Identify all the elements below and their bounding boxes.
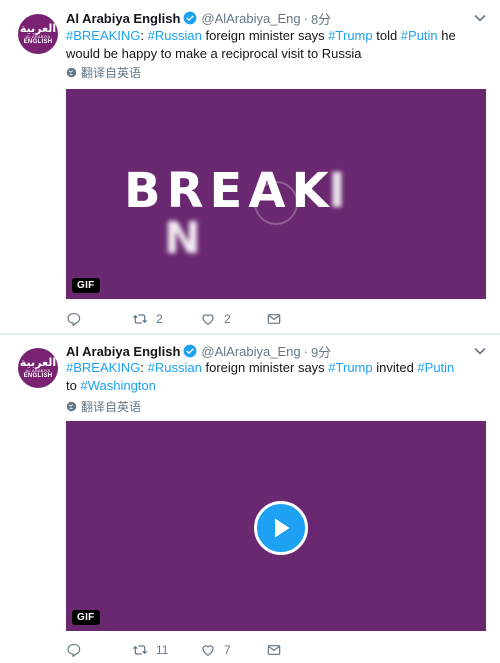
tweet-header: Al Arabiya English @AlArabiya_Eng · 9分 <box>66 342 331 360</box>
envelope-icon <box>267 645 281 655</box>
retweet-icon <box>133 645 147 655</box>
hashtag-link[interactable]: #Russian <box>148 28 202 43</box>
retweet-count: 2 <box>156 312 163 326</box>
separator-dot: · <box>303 10 308 26</box>
heart-icon <box>202 314 214 325</box>
gif-frame-text: N <box>164 213 201 264</box>
direct-message-button[interactable] <box>266 310 282 328</box>
avatar[interactable]: العربية AL ARABIYA ENGLISH <box>18 14 58 54</box>
gif-media[interactable]: BREAK I N GIF <box>66 89 486 299</box>
hashtag-link[interactable]: #Washington <box>80 378 155 393</box>
timeline: العربية AL ARABIYA ENGLISH Al Arabiya En… <box>0 0 500 663</box>
hashtag-link[interactable]: #BREAKING <box>66 28 140 43</box>
tweet-text-segment: invited <box>372 360 418 375</box>
verified-badge-icon <box>183 11 197 25</box>
tweet[interactable]: العربية AL ARABIYA ENGLISH Al Arabiya En… <box>0 0 500 334</box>
gif-frame-text: BREAK <box>124 163 335 219</box>
avatar[interactable]: العربية AL ARABIYA ENGLISH <box>18 348 58 388</box>
hashtag-link[interactable]: #Trump <box>328 28 372 43</box>
avatar-english-text: ENGLISH <box>23 372 53 379</box>
translate-label: 翻译自英语 <box>81 65 142 80</box>
author-name[interactable]: Al Arabiya English <box>66 11 180 26</box>
tweet-text-segment: told <box>372 28 401 43</box>
globe-icon <box>66 67 77 77</box>
verified-badge-icon <box>183 344 197 358</box>
retweet-count: 11 <box>156 643 169 657</box>
reply-button[interactable] <box>66 641 90 659</box>
tweet-header: Al Arabiya English @AlArabiya_Eng · 8分 <box>66 9 331 27</box>
globe-icon <box>66 401 77 411</box>
tweet-text-segment: : <box>140 28 148 43</box>
reply-button[interactable] <box>66 310 90 328</box>
gif-media[interactable]: GIF <box>66 421 486 631</box>
retweet-button[interactable]: 2 <box>132 310 163 328</box>
avatar-english-text: ENGLISH <box>23 38 53 45</box>
heart-icon <box>202 645 214 656</box>
hashtag-link[interactable]: #Putin <box>401 28 438 43</box>
tweet-text-segment: to <box>66 378 81 393</box>
gif-frame-text: I <box>328 163 346 219</box>
retweet-button[interactable]: 11 <box>132 641 168 659</box>
hashtag-link[interactable]: #Putin <box>417 360 454 375</box>
tweet-text-segment: : <box>140 360 148 375</box>
chevron-down-icon[interactable] <box>474 347 486 355</box>
translate-label: 翻译自英语 <box>81 399 142 414</box>
author-handle[interactable]: @AlArabiya_Eng <box>201 11 300 26</box>
retweet-icon <box>133 314 147 324</box>
translate-tweet-link[interactable]: 翻译自英语 <box>66 64 141 80</box>
tweet-text: #BREAKING: #Russian foreign minister say… <box>66 359 456 395</box>
tweet-timestamp[interactable]: 9分 <box>311 342 331 361</box>
reply-icon <box>67 313 81 326</box>
play-icon <box>275 518 290 538</box>
like-count: 2 <box>224 312 231 326</box>
tweet-timestamp[interactable]: 8分 <box>311 9 331 28</box>
translate-tweet-link[interactable]: 翻译自英语 <box>66 398 141 414</box>
avatar-arabic-text: العربية <box>19 21 57 35</box>
author-name[interactable]: Al Arabiya English <box>66 344 180 359</box>
gif-frame-ring <box>254 181 298 225</box>
play-button[interactable] <box>254 501 308 555</box>
envelope-icon <box>267 314 281 324</box>
tweet-text: #BREAKING: #Russian foreign minister say… <box>66 27 486 63</box>
hashtag-link[interactable]: #BREAKING <box>66 360 140 375</box>
hashtag-link[interactable]: #Trump <box>328 360 372 375</box>
hashtag-link[interactable]: #Russian <box>148 360 202 375</box>
tweet-actions: 2 2 <box>66 310 486 328</box>
tweet-text-segment: foreign minister says <box>201 360 329 375</box>
gif-badge: GIF <box>72 278 100 293</box>
like-button[interactable]: 7 <box>200 641 231 659</box>
reply-icon <box>67 644 81 657</box>
author-handle[interactable]: @AlArabiya_Eng <box>201 344 300 359</box>
like-button[interactable]: 2 <box>200 310 231 328</box>
gif-badge: GIF <box>72 610 100 625</box>
tweet-actions: 11 7 <box>66 641 486 659</box>
separator-dot: · <box>303 343 308 359</box>
chevron-down-icon[interactable] <box>474 14 486 22</box>
tweet[interactable]: العربية AL ARABIYA ENGLISH Al Arabiya En… <box>0 335 500 663</box>
tweet-text-segment: foreign minister says <box>201 28 329 43</box>
direct-message-button[interactable] <box>266 641 282 659</box>
avatar-arabic-text: العربية <box>19 355 57 369</box>
like-count: 7 <box>224 643 231 657</box>
